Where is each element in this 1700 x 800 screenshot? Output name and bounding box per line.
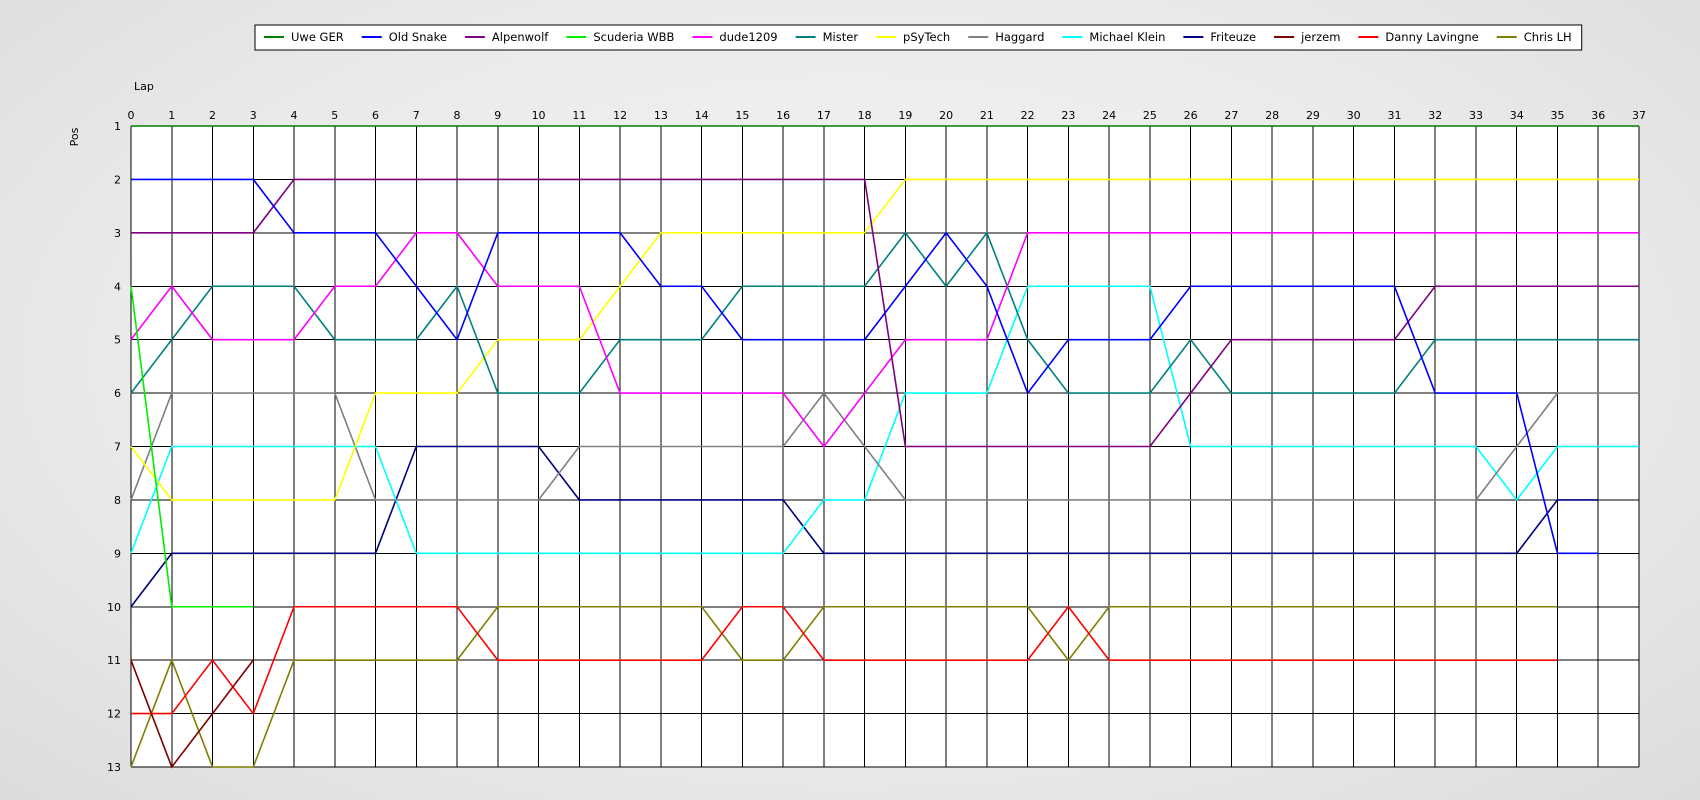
x-tick-label: 14: [695, 109, 709, 122]
legend-label: Danny Lavingne: [1385, 30, 1478, 44]
x-tick-label: 11: [572, 109, 586, 122]
x-tick-label: 24: [1102, 109, 1116, 122]
x-tick-label: 12: [613, 109, 627, 122]
legend-label: pSyTech: [903, 30, 950, 44]
legend-label: Scuderia WBB: [593, 30, 674, 44]
x-tick-label: 30: [1347, 109, 1361, 122]
y-tick-label: 10: [107, 601, 121, 614]
legend-label: dude1209: [719, 30, 777, 44]
x-tick-label: 22: [1021, 109, 1035, 122]
x-tick-label: 36: [1591, 109, 1605, 122]
x-tick-label: 37: [1632, 109, 1646, 122]
legend-label: Haggard: [995, 30, 1044, 44]
x-tick-label: 17: [817, 109, 831, 122]
legend-label: Mister: [823, 30, 859, 44]
y-tick-label: 8: [114, 494, 121, 507]
legend-label: jerzem: [1300, 30, 1340, 44]
x-tick-label: 10: [532, 109, 546, 122]
x-tick-label: 19: [898, 109, 912, 122]
x-tick-label: 16: [776, 109, 790, 122]
x-tick-label: 18: [858, 109, 872, 122]
x-tick-label: 13: [654, 109, 668, 122]
legend-label: Uwe GER: [291, 30, 344, 44]
x-tick-label: 8: [454, 109, 461, 122]
x-axis-title: Lap: [134, 80, 154, 93]
y-tick-label: 9: [114, 547, 121, 560]
legend-label: Alpenwolf: [492, 30, 549, 44]
x-tick-label: 21: [980, 109, 994, 122]
x-tick-label: 32: [1428, 109, 1442, 122]
legend-label: Chris LH: [1524, 30, 1572, 44]
x-tick-label: 34: [1510, 109, 1524, 122]
x-tick-label: 3: [250, 109, 257, 122]
x-tick-label: 26: [1184, 109, 1198, 122]
y-axis-title: Pos: [68, 127, 81, 146]
x-tick-label: 27: [1224, 109, 1238, 122]
x-tick-label: 15: [735, 109, 749, 122]
legend-label: Michael Klein: [1089, 30, 1165, 44]
x-tick-label: 29: [1306, 109, 1320, 122]
x-tick-label: 20: [939, 109, 953, 122]
x-tick-label: 4: [291, 109, 298, 122]
y-tick-label: 12: [107, 708, 121, 721]
x-tick-label: 9: [494, 109, 501, 122]
x-tick-label: 31: [1387, 109, 1401, 122]
y-tick-label: 3: [114, 227, 121, 240]
lap-position-chart: Uwe GER Old Snake Alpenwolf Scuderia WBB dud…: [68, 24, 1647, 774]
x-tick-label: 35: [1550, 109, 1564, 122]
x-tick-label: 1: [168, 109, 175, 122]
legend-label: Friteuze: [1210, 30, 1256, 44]
y-tick-label: 5: [114, 334, 121, 347]
y-tick-label: 2: [114, 173, 121, 186]
x-tick-label: 6: [372, 109, 379, 122]
y-tick-label: 11: [107, 654, 121, 667]
y-tick-label: 13: [107, 761, 121, 774]
y-axis-ticks: 12345678910111213: [107, 120, 121, 774]
y-tick-label: 1: [114, 120, 121, 133]
x-tick-label: 7: [413, 109, 420, 122]
x-tick-label: 33: [1469, 109, 1483, 122]
plot-area: [130, 125, 1640, 769]
x-tick-label: 0: [128, 109, 135, 122]
x-tick-label: 2: [209, 109, 216, 122]
x-tick-label: 28: [1265, 109, 1279, 122]
x-tick-label: 25: [1143, 109, 1157, 122]
y-tick-label: 7: [114, 441, 121, 454]
y-tick-label: 4: [114, 280, 121, 293]
x-axis-ticks: 0 1 2 3 4 5 6 7 8 9 10 11 12 13 14 15 16 17 18 19 20 21 22 23 24…: [128, 109, 1647, 122]
x-tick-label: 23: [1061, 109, 1075, 122]
x-tick-label: 5: [331, 109, 338, 122]
y-tick-label: 6: [114, 387, 121, 400]
legend-label: Old Snake: [389, 30, 447, 44]
legend: Uwe GER Old Snake Alpenwolf Scuderia WBB dud…: [254, 24, 1583, 51]
